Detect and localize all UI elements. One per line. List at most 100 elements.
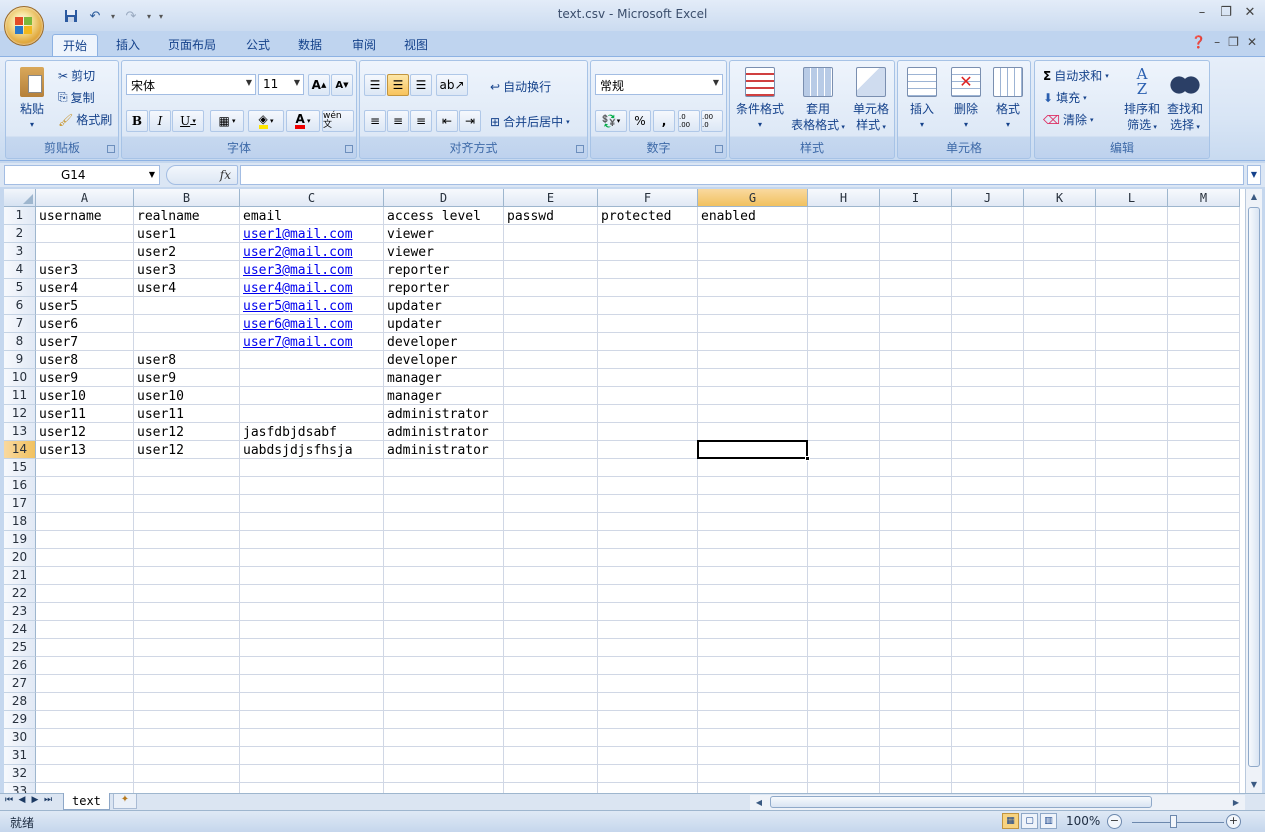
cell-c3[interactable]: user2@mail.com	[240, 243, 353, 261]
row-header-23[interactable]: 23	[4, 603, 36, 621]
paste-button[interactable]: 粘贴 ▾	[10, 67, 54, 133]
bold-button[interactable]: B	[126, 110, 148, 132]
number-format-select[interactable]: 常规 ▼	[595, 74, 723, 95]
cell-b5[interactable]: user4	[134, 279, 176, 297]
format-as-table-button[interactable]: 套用 表格格式 ▾	[788, 67, 848, 135]
delete-cells-button[interactable]: ✕ 删除 ▾	[944, 67, 988, 133]
cell-b1[interactable]: realname	[134, 207, 200, 225]
row-header-18[interactable]: 18	[4, 513, 36, 531]
expand-formula-bar-icon[interactable]: ▼	[1247, 165, 1261, 185]
zoom-in-icon[interactable]: +	[1226, 814, 1241, 829]
font-size-select[interactable]: 11 ▼	[258, 74, 304, 95]
insert-function-button[interactable]: fx	[166, 165, 238, 185]
row-header-4[interactable]: 4	[4, 261, 36, 279]
decrease-decimal-button[interactable]: .00 .0	[701, 110, 723, 132]
column-header-f[interactable]: F	[598, 189, 698, 207]
close-icon[interactable]: ✕	[1241, 4, 1259, 22]
column-header-b[interactable]: B	[134, 189, 240, 207]
cell-c13[interactable]: jasfdbjdsabf	[240, 423, 337, 441]
vertical-scrollbar[interactable]: ▲ ▼	[1245, 189, 1262, 793]
align-top-button[interactable]: ☰	[364, 74, 386, 96]
find-select-button[interactable]: 查找和 选择 ▾	[1163, 67, 1207, 135]
cell-a11[interactable]: user10	[36, 387, 86, 405]
cell-a5[interactable]: user4	[36, 279, 78, 297]
last-sheet-icon[interactable]: ⏭	[43, 795, 53, 805]
horizontal-scrollbar[interactable]: ◀ ▶	[750, 795, 1245, 810]
cut-button[interactable]: ✂ 剪切	[58, 67, 95, 84]
currency-button[interactable]: 💱 ▾	[595, 110, 627, 132]
row-header-12[interactable]: 12	[4, 405, 36, 423]
restore-icon[interactable]: ❐	[1217, 4, 1235, 22]
doc-minimize-icon[interactable]: –	[1214, 35, 1220, 49]
align-right-button[interactable]: ≡	[410, 110, 432, 132]
column-header-d[interactable]: D	[384, 189, 504, 207]
help-icon[interactable]: ❓	[1191, 35, 1206, 49]
align-center-button[interactable]: ≡	[387, 110, 409, 132]
font-launcher-icon[interactable]	[345, 145, 353, 153]
row-header-33[interactable]: 33	[4, 783, 36, 793]
copy-button[interactable]: ⎘ 复制	[58, 89, 95, 106]
cell-a10[interactable]: user9	[36, 369, 78, 387]
column-header-m[interactable]: M	[1168, 189, 1240, 207]
cell-d13[interactable]: administrator	[384, 423, 489, 441]
font-name-select[interactable]: 宋体 ▼	[126, 74, 256, 95]
row-header-14[interactable]: 14	[4, 441, 36, 459]
fill-handle[interactable]	[805, 456, 810, 461]
zoom-slider-thumb[interactable]	[1170, 815, 1177, 828]
underline-button[interactable]: U ▾	[172, 110, 204, 132]
worksheet-grid[interactable]: ABCDEFGHIJKLM 1 2 3 4 5 6 7 8 9 10 11 12 13 14 15 16 17 1…	[4, 189, 1245, 793]
row-header-20[interactable]: 20	[4, 549, 36, 567]
tab-home[interactable]: 开始	[52, 34, 99, 57]
row-header-8[interactable]: 8	[4, 333, 36, 351]
vertical-scroll-thumb[interactable]	[1248, 207, 1260, 767]
prev-sheet-icon[interactable]: ◀	[17, 795, 27, 805]
cell-b10[interactable]: user9	[134, 369, 176, 387]
row-header-13[interactable]: 13	[4, 423, 36, 441]
page-layout-view-icon[interactable]: ▢	[1021, 813, 1038, 829]
tab-formulas[interactable]: 公式	[236, 34, 280, 57]
cell-f1[interactable]: protected	[598, 207, 671, 225]
increase-indent-button[interactable]: ⇥	[459, 110, 481, 132]
row-header-19[interactable]: 19	[4, 531, 36, 549]
decrease-indent-button[interactable]: ⇤	[436, 110, 458, 132]
orientation-button[interactable]: ab↗	[436, 74, 468, 96]
cell-b11[interactable]: user10	[134, 387, 184, 405]
cell-a12[interactable]: user11	[36, 405, 86, 423]
align-bottom-button[interactable]: ☰	[410, 74, 432, 96]
cell-a1[interactable]: username	[36, 207, 102, 225]
cell-c14[interactable]: uabdsjdjsfhsja	[240, 441, 353, 459]
cell-b14[interactable]: user12	[134, 441, 184, 459]
horizontal-scroll-thumb[interactable]	[770, 796, 1152, 808]
row-header-3[interactable]: 3	[4, 243, 36, 261]
cell-b13[interactable]: user12	[134, 423, 184, 441]
scroll-left-icon[interactable]: ◀	[752, 795, 766, 810]
cell-c4[interactable]: user3@mail.com	[240, 261, 353, 279]
cell-c5[interactable]: user4@mail.com	[240, 279, 353, 297]
page-break-view-icon[interactable]: ▥	[1040, 813, 1057, 829]
row-header-15[interactable]: 15	[4, 459, 36, 477]
fill-color-button[interactable]: ◈ ▾	[248, 110, 284, 132]
cell-c1[interactable]: email	[240, 207, 282, 225]
cell-c6[interactable]: user5@mail.com	[240, 297, 353, 315]
format-cells-button[interactable]: 格式 ▾	[986, 67, 1030, 133]
italic-button[interactable]: I	[149, 110, 171, 132]
cell-b3[interactable]: user2	[134, 243, 176, 261]
number-launcher-icon[interactable]	[715, 145, 723, 153]
column-header-c[interactable]: C	[240, 189, 384, 207]
tab-data[interactable]: 数据	[288, 34, 332, 57]
cell-c7[interactable]: user6@mail.com	[240, 315, 353, 333]
cell-b4[interactable]: user3	[134, 261, 176, 279]
conditional-format-button[interactable]: 条件格式 ▾	[732, 67, 788, 133]
cell-d6[interactable]: updater	[384, 297, 442, 315]
increase-decimal-button[interactable]: .0 .00	[678, 110, 700, 132]
row-header-28[interactable]: 28	[4, 693, 36, 711]
row-header-24[interactable]: 24	[4, 621, 36, 639]
cell-d9[interactable]: developer	[384, 351, 457, 369]
scroll-up-icon[interactable]: ▲	[1246, 189, 1262, 205]
row-header-17[interactable]: 17	[4, 495, 36, 513]
autosum-button[interactable]: Σ 自动求和 ▾	[1043, 67, 1109, 84]
column-header-i[interactable]: I	[880, 189, 952, 207]
normal-view-icon[interactable]: ▦	[1002, 813, 1019, 829]
sheet-tab-text[interactable]: text	[63, 793, 110, 810]
name-box[interactable]: G14 ▼	[4, 165, 160, 185]
